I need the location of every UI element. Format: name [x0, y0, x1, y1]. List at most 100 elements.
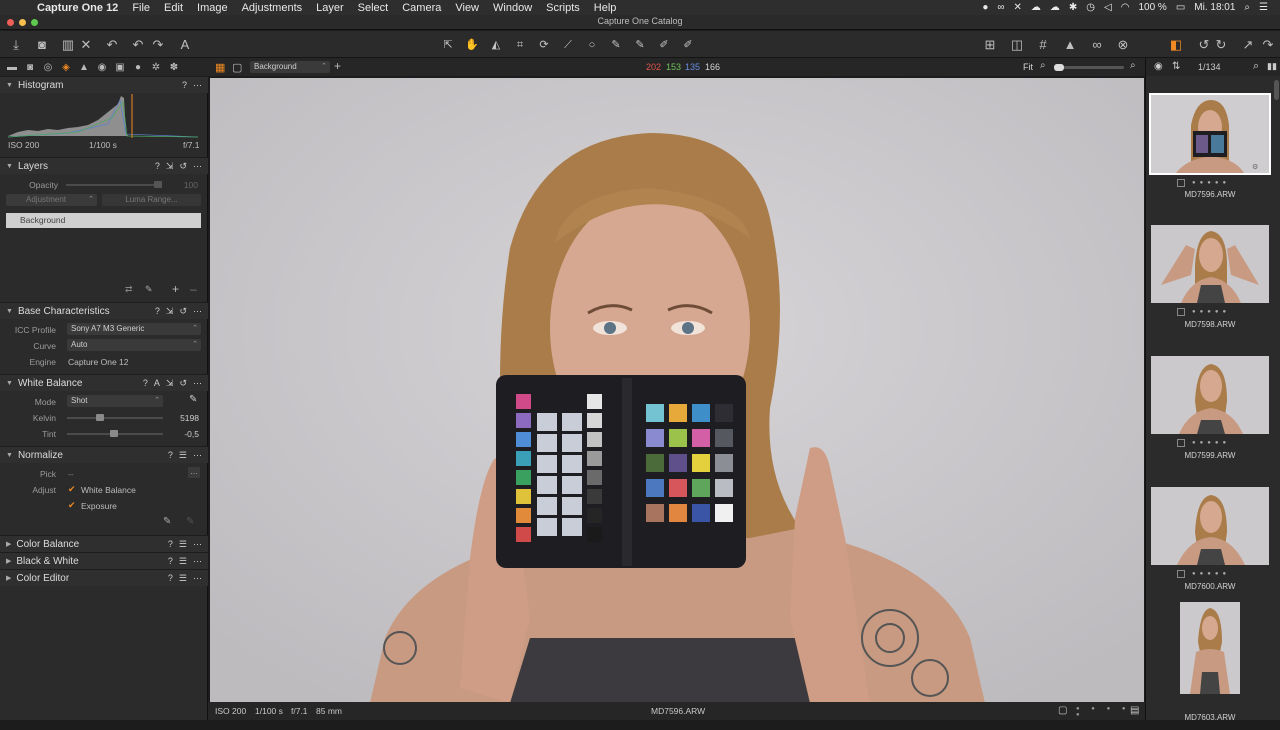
text-tool-icon[interactable]: A — [177, 36, 193, 53]
collapse-triangle-icon[interactable]: ▼ — [6, 452, 13, 459]
opacity-value[interactable]: 100 — [170, 180, 198, 190]
pick-normalize-icon[interactable]: ✎ — [163, 516, 171, 527]
menu-app[interactable]: Capture One 12 — [30, 2, 125, 14]
normalize-header[interactable]: ▼ Normalize ? ☰ ⋯ — [0, 446, 208, 463]
thumbnail-checkbox[interactable] — [1177, 570, 1185, 578]
volume-icon[interactable]: ◁ — [1104, 2, 1112, 13]
more-icon[interactable]: ⋯ — [193, 306, 202, 317]
luma-range-button[interactable]: Luma Range... — [102, 194, 201, 206]
proof-icon[interactable]: ∞ — [1087, 36, 1107, 53]
eye-icon[interactable]: ◉ — [1154, 61, 1163, 72]
color-editor-header[interactable]: ▶ Color Editor ? ☰ ⋯ — [0, 569, 208, 586]
layer-row-background[interactable]: Background — [6, 213, 201, 228]
tab-lens-icon[interactable]: ◎ — [42, 62, 54, 73]
copy-icon[interactable]: ⇲ — [166, 378, 174, 389]
sort-icon[interactable]: ⇅ — [1172, 61, 1180, 72]
collapse-triangle-icon[interactable]: ▼ — [6, 308, 13, 315]
zoom-slider-knob[interactable] — [1054, 64, 1064, 71]
thumbnail-3[interactable]: ●●●●● MD7599.ARW — [1146, 355, 1274, 483]
menu-scripts[interactable]: Scripts — [539, 2, 587, 14]
help-icon[interactable]: ? — [168, 573, 173, 584]
more-icon[interactable]: ⋯ — [193, 556, 202, 567]
clock[interactable]: Mi. 18:01 — [1194, 2, 1235, 13]
rotate-icon[interactable]: ◭ — [486, 37, 506, 53]
opacity-slider[interactable] — [66, 184, 162, 186]
image-viewer[interactable] — [210, 78, 1144, 703]
browser-scrollbar[interactable] — [1274, 80, 1279, 100]
more-icon[interactable]: ⋯ — [193, 80, 202, 91]
menu-view[interactable]: View — [448, 2, 486, 14]
tint-value[interactable]: -0,5 — [168, 429, 199, 439]
list-icon[interactable]: ☰ — [179, 573, 187, 584]
cloud-icon[interactable]: ☁ — [1031, 2, 1041, 13]
camera-icon[interactable]: ◙ — [34, 36, 50, 53]
list-icon[interactable]: ☰ — [179, 450, 187, 461]
help-icon[interactable]: ? — [143, 378, 148, 389]
thumbnail-checkbox[interactable] — [1177, 439, 1185, 447]
help-icon[interactable]: ? — [168, 556, 173, 567]
menu-window[interactable]: Window — [486, 2, 539, 14]
wifi-icon[interactable]: ◠ — [1121, 2, 1130, 13]
rotate-left-icon[interactable]: ↺ — [1196, 36, 1212, 53]
thumbnail-checkbox[interactable] — [1177, 308, 1185, 316]
collapse-triangle-icon[interactable]: ▼ — [6, 82, 13, 89]
straighten-icon[interactable]: ⟳ — [534, 37, 554, 53]
spotlight-icon[interactable]: ⌕ — [1244, 2, 1250, 13]
thumbnail-rating[interactable]: ●●●●● — [1192, 571, 1230, 577]
wb-mode-select[interactable]: Shot — [67, 395, 163, 407]
expand-triangle-icon[interactable]: ▶ — [6, 540, 11, 548]
battery-text[interactable]: 100 % — [1138, 2, 1166, 13]
help-icon[interactable]: ? — [155, 306, 160, 317]
black-white-header[interactable]: ▶ Black & White ? ☰ ⋯ — [0, 552, 208, 569]
kelvin-value[interactable]: 5198 — [168, 413, 199, 423]
rotate-right-icon[interactable]: ↻ — [1213, 36, 1229, 53]
tab-library-icon[interactable]: ▬ — [6, 62, 18, 73]
undo-icon[interactable]: ↶ — [130, 36, 146, 53]
tab-capture-icon[interactable]: ◙ — [24, 62, 36, 73]
remove-layer-button[interactable]: – — [190, 282, 197, 296]
cloud-alt-icon[interactable]: ☁ — [1050, 2, 1060, 13]
copy-icon[interactable]: ⇲ — [166, 161, 174, 172]
keystone-icon[interactable]: ⟋ — [558, 37, 578, 53]
notification-center-icon[interactable]: ☰ — [1259, 2, 1268, 13]
creative-cloud-icon[interactable]: ∞ — [997, 2, 1004, 13]
auto-icon[interactable]: A — [154, 378, 160, 389]
thumbnail-1[interactable]: ⚙ ●●●●● MD7596.ARW — [1146, 93, 1274, 221]
help-icon[interactable]: ? — [182, 80, 187, 91]
thumbnail-rating[interactable]: ●●●●● — [1192, 309, 1230, 315]
process-icon[interactable]: ↷ — [1260, 36, 1276, 53]
menu-image[interactable]: Image — [190, 2, 235, 14]
grid-overlay-icon[interactable]: # — [1035, 36, 1051, 53]
apply-normalize-icon[interactable]: ✎ — [186, 516, 194, 527]
status-circle-icon[interactable]: ● — [982, 2, 988, 13]
white-balance-header[interactable]: ▼ White Balance ? A ⇲ ↺ ⋯ — [0, 374, 208, 391]
single-view-icon[interactable]: ▢ — [232, 61, 242, 74]
reset-icon[interactable]: ↺ — [179, 378, 187, 389]
help-icon[interactable]: ? — [168, 539, 173, 550]
tint-knob[interactable] — [110, 430, 118, 437]
reset-icon[interactable]: ↶ — [104, 36, 120, 53]
select-cursor-icon[interactable]: ⇱ — [438, 37, 458, 53]
menu-layer[interactable]: Layer — [309, 2, 351, 14]
tab-details-icon[interactable]: ◉ — [96, 62, 108, 73]
exposure-checkbox[interactable]: ✔ — [68, 500, 76, 511]
battery-icon[interactable]: ▭ — [1176, 2, 1185, 13]
add-layer-icon[interactable]: + — [334, 59, 341, 73]
list-icon[interactable]: ☰ — [179, 539, 187, 550]
thumbnail-5[interactable]: MD7603.ARW — [1146, 602, 1274, 730]
multi-view-icon[interactable]: ▦ — [215, 61, 225, 74]
thumbnail-rating[interactable]: ●●●●● — [1192, 440, 1230, 446]
gradient-icon[interactable]: ✐ — [654, 37, 674, 53]
redo-icon[interactable]: ↷ — [150, 36, 166, 53]
menu-edit[interactable]: Edit — [157, 2, 190, 14]
menu-adjustments[interactable]: Adjustments — [235, 2, 310, 14]
stack-icon[interactable]: ◧ — [1168, 36, 1184, 53]
exposure-warning-icon[interactable]: ▲ — [1062, 36, 1078, 53]
thumbnail-checkbox[interactable] — [1177, 179, 1185, 187]
expand-triangle-icon[interactable]: ▶ — [6, 557, 11, 565]
wb-picker-icon[interactable]: ✎ — [189, 394, 197, 405]
focus-mask-icon[interactable]: ◫ — [1009, 36, 1025, 53]
reset-icon[interactable]: ↺ — [179, 306, 187, 317]
spot-removal-icon[interactable]: ○ — [582, 37, 602, 53]
base-characteristics-header[interactable]: ▼ Base Characteristics ? ⇲ ↺ ⋯ — [0, 302, 208, 319]
